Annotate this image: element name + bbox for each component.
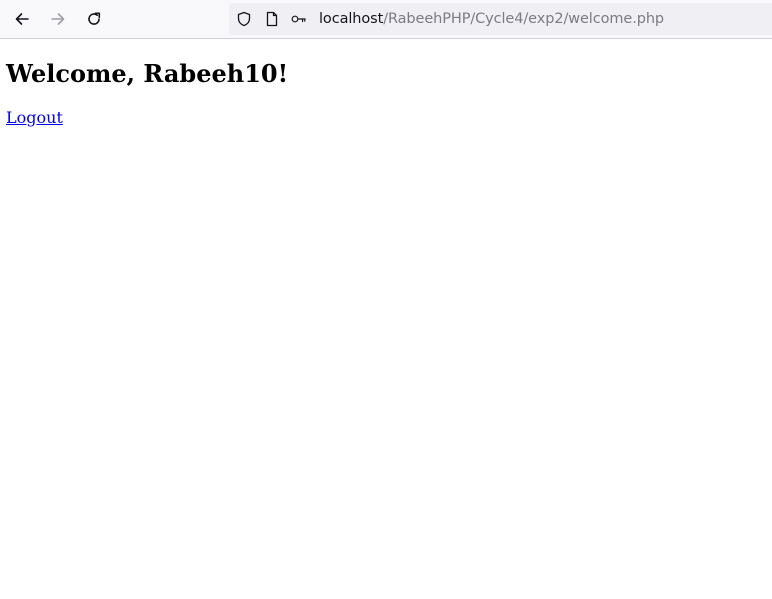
reload-icon xyxy=(86,11,102,27)
address-bar[interactable]: localhost/RabeehPHP/Cycle4/exp2/welcome.… xyxy=(229,3,772,35)
page-icon[interactable] xyxy=(264,11,280,27)
key-icon[interactable] xyxy=(291,11,307,27)
reload-button[interactable] xyxy=(80,5,108,33)
arrow-left-icon xyxy=(14,11,30,27)
shield-icon[interactable] xyxy=(236,11,252,27)
browser-toolbar: localhost/RabeehPHP/Cycle4/exp2/welcome.… xyxy=(0,0,772,39)
back-button[interactable] xyxy=(8,5,36,33)
logout-link[interactable]: Logout xyxy=(6,107,63,129)
arrow-right-icon xyxy=(50,11,66,27)
forward-button[interactable] xyxy=(44,5,72,33)
page-title: Welcome, Rabeeh10! xyxy=(6,59,289,88)
page-content: Welcome, Rabeeh10! Logout xyxy=(6,58,289,127)
url-path: /RabeehPHP/Cycle4/exp2/welcome.php xyxy=(383,11,665,27)
url-host: localhost xyxy=(319,11,384,27)
url-text[interactable]: localhost/RabeehPHP/Cycle4/exp2/welcome.… xyxy=(319,3,664,35)
